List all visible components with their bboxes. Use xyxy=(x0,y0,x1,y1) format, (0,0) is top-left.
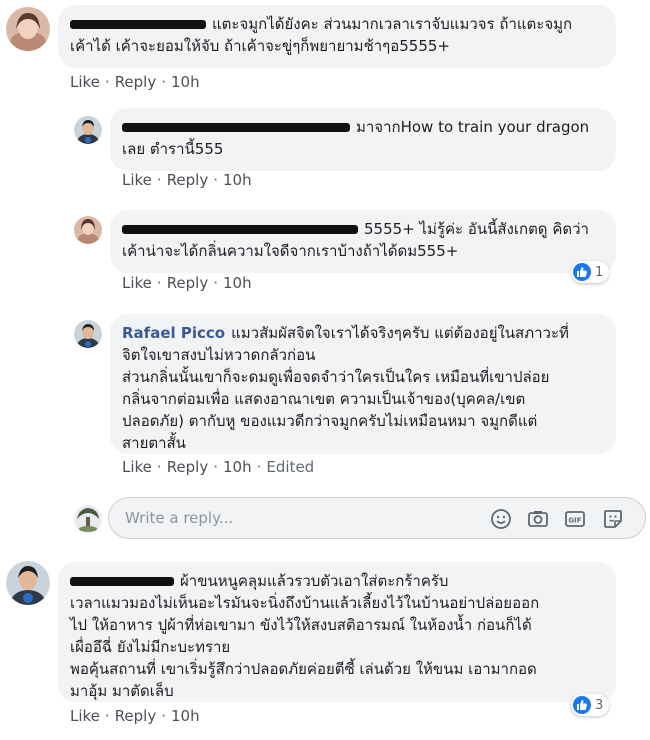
reaction-count[interactable]: 3 xyxy=(571,694,610,716)
commenter-name[interactable]: Rafael Picco xyxy=(122,324,225,342)
reply-link[interactable]: Reply xyxy=(167,274,209,292)
gif-icon[interactable]: GIF xyxy=(564,508,586,530)
comment-text: มาจากHow to train your dragon xyxy=(356,118,590,136)
comment-line: เผื่ออึฉี่ ยังไม่มีกะบะทราย xyxy=(70,638,231,656)
separator: · xyxy=(161,73,167,91)
avatar[interactable] xyxy=(6,7,50,51)
avatar[interactable] xyxy=(74,216,102,244)
reply-link[interactable]: Reply xyxy=(167,458,209,476)
like-link[interactable]: Like xyxy=(70,707,100,725)
comment-line: ผ้าขนหนูคลุมแล้วรวบตัวเอาใส่ตะกร้าครับ xyxy=(70,570,604,592)
redacted-name xyxy=(122,123,350,132)
reply-link[interactable]: Reply xyxy=(115,73,157,91)
reaction-number: 3 xyxy=(595,697,604,713)
separator: · xyxy=(156,458,162,476)
sticker-icon[interactable] xyxy=(602,508,624,530)
comment-text: ผ้าขนหนูคลุมแล้วรวบตัวเอาใส่ตะกร้าครับ xyxy=(180,572,449,590)
comment-actions: Like · Reply · 10h xyxy=(70,73,200,91)
comment-line: จิตใจเขาสงบไม่หวาดกลัวก่อน xyxy=(122,346,316,364)
comment-line: เลย ตำรานี้555 xyxy=(122,140,224,158)
avatar[interactable] xyxy=(6,561,50,605)
like-link[interactable]: Like xyxy=(122,171,152,189)
comment-line: ส่วนกลิ่นนั้นเขาก็จะดมดูเพื่อจดจำว่าใครเ… xyxy=(122,368,550,386)
current-user-avatar xyxy=(74,505,102,533)
emoji-icon[interactable] xyxy=(490,508,512,530)
comment-actions: Like · Reply · 10h xyxy=(122,171,252,189)
separator: · xyxy=(104,707,110,725)
reaction-number: 1 xyxy=(595,264,604,280)
like-link[interactable]: Like xyxy=(70,73,100,91)
comment-line: ไป ให้อาหาร ปูผ้าที่ห่อเขามา ขังไว้ให้สง… xyxy=(70,616,532,634)
comment-line: เค้าน่าจะได้กลิ่นความใจดีจากเราบ้างถ้าได… xyxy=(122,242,459,260)
comment-line: เค้าได้ เค้าจะยอมให้จับ ถ้าเค้าจะขู่ๆก็พ… xyxy=(70,37,450,55)
separator: · xyxy=(161,707,167,725)
comment-actions: Like · Reply · 10h xyxy=(70,707,200,725)
comment-bubble: ผ้าขนหนูคลุมแล้วรวบตัวเอาใส่ตะกร้าครับ เ… xyxy=(58,562,616,702)
timestamp[interactable]: 10h xyxy=(223,458,252,476)
comment-text: แตะจมูกได้ยังคะ ส่วนมากเวลาเราจับแมวจร ถ… xyxy=(212,15,573,33)
like-icon xyxy=(573,263,591,281)
redacted-name xyxy=(70,20,206,29)
comment-line: 5555+ ไม่รู้ค่ะ อันนี้สังเกตดู คิดว่า xyxy=(122,218,604,240)
comment-line: Rafael Picco แมวสัมผัสจิตใจเราได้จริงๆครั… xyxy=(122,322,604,344)
separator: · xyxy=(156,171,162,189)
separator: · xyxy=(104,73,110,91)
svg-text:GIF: GIF xyxy=(568,517,581,525)
comment-text: 5555+ ไม่รู้ค่ะ อันนี้สังเกตดู คิดว่า xyxy=(364,220,589,238)
camera-icon[interactable] xyxy=(527,508,549,530)
comment-actions: Like · Reply · 10h · Edited xyxy=(122,458,314,476)
comment-line: เวลาแมวมองไม่เห็นอะไรมันจะนิ่งถึงบ้านแล้… xyxy=(70,594,540,612)
separator: · xyxy=(156,274,162,292)
comment-bubble: 5555+ ไม่รู้ค่ะ อันนี้สังเกตดู คิดว่า เค… xyxy=(110,210,616,273)
reply-link[interactable]: Reply xyxy=(167,171,209,189)
separator: · xyxy=(256,458,262,476)
timestamp[interactable]: 10h xyxy=(171,707,200,725)
reply-input[interactable] xyxy=(125,498,465,538)
comment-text: แมวสัมผัสจิตใจเราได้จริงๆครับ แต่ต้องอยู… xyxy=(231,324,569,342)
redacted-name xyxy=(122,225,358,234)
comment-bubble: Rafael Picco แมวสัมผัสจิตใจเราได้จริงๆครั… xyxy=(110,314,616,454)
reply-box[interactable]: GIF xyxy=(108,497,646,539)
like-link[interactable]: Like xyxy=(122,274,152,292)
timestamp[interactable]: 10h xyxy=(171,73,200,91)
comment-line: กลิ่นจากต่อมเพื่อ แสดงอาณาเขต ความเป็นเจ… xyxy=(122,390,526,408)
separator: · xyxy=(213,458,219,476)
comment-bubble: มาจากHow to train your dragon เลย ตำรานี… xyxy=(110,108,616,171)
timestamp[interactable]: 10h xyxy=(223,274,252,292)
reply-link[interactable]: Reply xyxy=(115,707,157,725)
comment-bubble: แตะจมูกได้ยังคะ ส่วนมากเวลาเราจับแมวจร ถ… xyxy=(58,5,616,68)
like-link[interactable]: Like xyxy=(122,458,152,476)
comment-line: แตะจมูกได้ยังคะ ส่วนมากเวลาเราจับแมวจร ถ… xyxy=(70,13,604,35)
separator: · xyxy=(213,274,219,292)
edited-label: Edited xyxy=(266,458,315,476)
comment-actions: Like · Reply · 10h xyxy=(122,274,252,292)
comment-line: สายตาสั้น xyxy=(122,434,186,452)
avatar[interactable] xyxy=(74,116,102,144)
redacted-name xyxy=(70,577,174,586)
comment-line: มาอุ้ม มาตัดเล็บ xyxy=(70,682,174,700)
reaction-count[interactable]: 1 xyxy=(571,261,610,283)
comment-line: ปลอดภัย) ตากับหู ของแมวดีกว่าจมูกครับไม่… xyxy=(122,412,538,430)
comment-line: มาจากHow to train your dragon xyxy=(122,116,604,138)
timestamp[interactable]: 10h xyxy=(223,171,252,189)
comment-line: พอคุ้นสถานที่ เขาเริ่มรู้สึกว่าปลอดภัยค่… xyxy=(70,660,537,678)
avatar[interactable] xyxy=(74,320,102,348)
separator: · xyxy=(213,171,219,189)
like-icon xyxy=(573,696,591,714)
